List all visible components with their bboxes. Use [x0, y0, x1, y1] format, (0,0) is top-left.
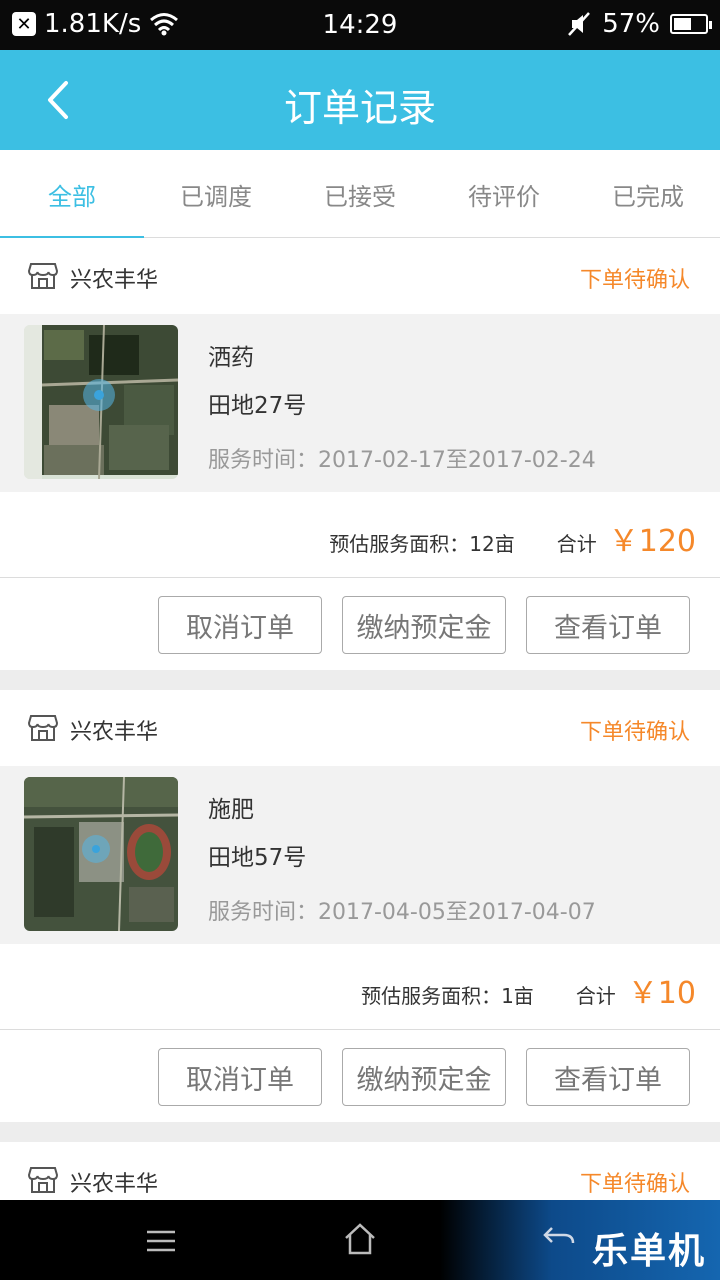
cancel-order-button[interactable]: 取消订单: [158, 596, 322, 654]
service-type: 施肥: [208, 797, 254, 823]
silent-icon: [568, 12, 591, 36]
store-name: 兴农丰华: [70, 720, 159, 745]
field-map-thumbnail: [24, 777, 178, 931]
estimated-area: 预估服务面积：1亩: [361, 984, 534, 1008]
store-icon: [28, 715, 58, 741]
back-icon[interactable]: [542, 1224, 576, 1254]
view-order-button[interactable]: 查看订单: [526, 596, 690, 654]
tab-accepted[interactable]: 已接受: [288, 150, 432, 238]
tab-completed[interactable]: 已完成: [576, 150, 720, 238]
watermark: 乐单机: [440, 1200, 720, 1280]
pay-deposit-button[interactable]: 缴纳预定金: [342, 1048, 506, 1106]
store-icon: [28, 1167, 58, 1193]
view-order-button[interactable]: 查看订单: [526, 1048, 690, 1106]
service-period: 服务时间：2017-04-05至2017-04-07: [208, 900, 596, 925]
field-name: 田地57号: [208, 845, 307, 871]
service-type: 洒药: [208, 345, 254, 371]
page-title: 订单记录: [283, 86, 436, 130]
estimated-area: 预估服务面积：12亩: [329, 532, 515, 556]
tab-all[interactable]: 全部: [0, 150, 144, 239]
battery-icon: [670, 14, 712, 34]
order-status: 下单待确认: [579, 720, 690, 745]
app-header: 订单记录: [0, 50, 720, 150]
total-label: 合计: [575, 984, 616, 1008]
order-status: 下单待确认: [579, 268, 690, 293]
order-card[interactable]: 兴农丰华 下单待确认: [0, 238, 720, 670]
watermark-text: 乐单机: [591, 1231, 706, 1272]
menu-icon[interactable]: [145, 1228, 177, 1254]
tab-dispatched[interactable]: 已调度: [144, 150, 288, 238]
system-nav-bar: 乐单机: [0, 1200, 720, 1280]
pay-deposit-button[interactable]: 缴纳预定金: [342, 596, 506, 654]
total-label: 合计: [556, 532, 597, 556]
total-price: ￥10: [627, 976, 696, 1011]
field-map-thumbnail: [24, 325, 178, 479]
store-name: 兴农丰华: [70, 1172, 159, 1197]
cancel-order-button[interactable]: 取消订单: [158, 1048, 322, 1106]
battery-percent: 57%: [602, 9, 660, 39]
status-bar: ✕ 1.81K/s 14:29 57%: [0, 0, 720, 50]
store-icon: [28, 263, 58, 289]
total-price: ￥120: [608, 524, 696, 559]
field-name: 田地27号: [208, 393, 307, 419]
home-icon[interactable]: [343, 1222, 377, 1256]
order-status: 下单待确认: [579, 1172, 690, 1197]
order-list: 兴农丰华 下单待确认 洒药 田地27号 服务时间：2017-02-17至2017…: [0, 238, 720, 1238]
order-card[interactable]: 兴农丰华 下单待确认 施肥 田地57号 服务时间：2017-04-05至2017…: [0, 690, 720, 1122]
filter-tabs: 全部 已调度 已接受 待评价 已完成: [0, 150, 720, 239]
service-period: 服务时间：2017-02-17至2017-02-24: [208, 448, 596, 473]
store-name: 兴农丰华: [70, 268, 159, 293]
tab-to-review[interactable]: 待评价: [432, 150, 576, 238]
